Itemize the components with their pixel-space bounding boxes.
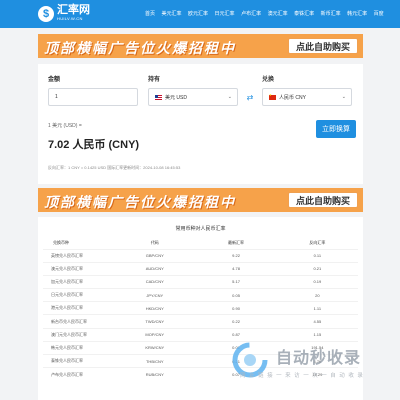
column-header: 兑换币种 — [53, 239, 69, 245]
nav-link-rub[interactable]: 卢布汇率 — [241, 10, 261, 17]
column-header: 最新汇率 — [228, 239, 245, 245]
nav-link-eur[interactable]: 欧元汇率 — [188, 10, 208, 17]
column-header: 反向汇率 — [309, 239, 326, 245]
watermark-tagline: 网 止 链 接 一 来 访 一 次 一 自 动 收 录 — [240, 373, 364, 379]
watermark-name: 自动秒收录 — [276, 350, 362, 367]
pair-name[interactable]: 加元兑人民币汇率 — [43, 274, 115, 289]
nav-link-usd[interactable]: 美元汇率 — [162, 10, 182, 17]
pair-name[interactable]: 韩元兑人民币汇率 — [43, 340, 115, 355]
logo-name: 汇率网 — [57, 4, 90, 16]
chevron-down-icon: ⌄ — [341, 94, 346, 100]
latest-rate: 5.17 — [195, 274, 277, 289]
pair-code: THB/CNY — [114, 353, 196, 368]
nav-link-sgd[interactable]: 新币汇率 — [321, 10, 341, 17]
pair-code: AUD/CNY — [114, 261, 196, 276]
banner-buy-button[interactable]: 点此自助购买 — [288, 38, 358, 54]
table-header-row: 兑换币种 代码 最新汇率 反向汇率 — [43, 237, 358, 249]
latest-rate: 0.22 — [195, 314, 277, 329]
table-row[interactable]: 港元兑人民币汇率 HKD/CNY 0.90 1.11 — [43, 301, 358, 315]
reverse-rate: 0.21 — [276, 261, 358, 276]
reverse-rate: 0.11 — [276, 248, 358, 263]
pair-code: JPY/CNY — [114, 288, 196, 302]
cn-flag-icon — [269, 93, 276, 100]
pair-name[interactable]: 新台币兑人民币汇率 — [43, 314, 115, 329]
logo-subtitle: HUILV.W.CN — [57, 16, 83, 21]
table-row[interactable]: 新台币兑人民币汇率 TWD/CNY 0.22 4.55 — [43, 314, 358, 329]
reverse-rate: 1.11 — [276, 301, 358, 315]
pair-name[interactable]: 泰铢兑人民币汇率 — [43, 353, 115, 368]
nav-link-aud[interactable]: 澳元汇率 — [268, 10, 288, 17]
rate-line: 1 美元 (USD) = — [48, 123, 82, 129]
pair-name[interactable]: 日元兑人民币汇率 — [43, 288, 115, 302]
swap-icon[interactable]: ⇄ — [244, 92, 256, 104]
amount-label: 金额 — [48, 77, 61, 83]
banner-text: 顶部横幅广告位火爆招租中 — [44, 194, 236, 210]
table-row[interactable]: 澳元兑人民币汇率 AUD/CNY 4.78 0.21 — [43, 261, 358, 276]
pair-name[interactable]: 澳元兑人民币汇率 — [43, 261, 115, 276]
nav-link-krw[interactable]: 韩元汇率 — [347, 10, 367, 17]
pair-code: MOP/CNY — [114, 327, 196, 342]
pair-code: HKD/CNY — [114, 301, 196, 315]
conversion-result: 7.02 人民币 (CNY) — [48, 139, 140, 151]
table-row[interactable]: 加元兑人民币汇率 CAD/CNY 5.17 0.19 — [43, 274, 358, 289]
latest-rate: 0.05 — [195, 288, 277, 302]
from-currency-label: 持有 — [148, 77, 161, 83]
nav-link-thb[interactable]: 泰铢汇率 — [294, 10, 314, 17]
nav-link-jpy[interactable]: 日元汇率 — [215, 10, 235, 17]
top-navigation-bar: $ 汇率网 HUILV.W.CN 首页 美元汇率 欧元汇率 日元汇率 卢布汇率 … — [0, 0, 400, 28]
pair-name[interactable]: 英镑兑人民币汇率 — [43, 248, 115, 263]
to-currency-select[interactable]: 人民币 CNY ⌄ — [262, 88, 352, 106]
us-flag-icon — [155, 94, 162, 100]
logo-icon: $ — [38, 5, 54, 22]
pair-code: GBP/CNY — [114, 248, 196, 263]
pair-name[interactable]: 港元兑人民币汇率 — [43, 301, 115, 315]
nav-link-home[interactable]: 首页 — [145, 10, 155, 17]
reverse-rate: 20 — [276, 288, 358, 302]
middle-ad-banner[interactable]: 顶部横幅广告位火爆招租中 点此自助购买 — [38, 188, 363, 212]
pair-name[interactable]: 卢布兑人民币汇率 — [43, 367, 115, 381]
watermark: 自动秒收录 网 止 链 接 一 来 访 一 次 一 自 动 收 录 — [232, 340, 382, 390]
banner-buy-button[interactable]: 点此自助购买 — [288, 192, 358, 208]
column-header: 代码 — [150, 239, 159, 245]
pair-code: KRW/CNY — [114, 340, 196, 355]
banner-text: 顶部横幅广告位火爆招租中 — [44, 40, 236, 56]
from-currency-select[interactable]: 美元 USD ⌄ — [148, 88, 238, 106]
to-currency-value: 人民币 CNY — [279, 94, 306, 101]
pair-code: TWD/CNY — [114, 314, 196, 329]
table-row[interactable]: 日元兑人民币汇率 JPY/CNY 0.05 20 — [43, 288, 358, 302]
to-currency-label: 兑换 — [262, 77, 275, 83]
pair-name[interactable]: 澳门元兑人民币汇率 — [43, 327, 115, 342]
chevron-down-icon: ⌄ — [227, 94, 232, 100]
latest-rate: 0.90 — [195, 301, 277, 315]
site-logo[interactable]: $ 汇率网 HUILV.W.CN — [38, 5, 90, 22]
nav-link-baidu[interactable]: 百度 — [374, 10, 384, 17]
top-ad-banner[interactable]: 顶部横幅广告位火爆招租中 点此自助购买 — [38, 34, 363, 58]
latest-rate: 4.78 — [195, 261, 277, 276]
main-nav: 首页 美元汇率 欧元汇率 日元汇率 卢布汇率 澳元汇率 泰铢汇率 新币汇率 韩元… — [145, 10, 390, 17]
convert-button[interactable]: 立即换算 — [316, 120, 356, 138]
converter-card: 金额 1 持有 美元 USD ⌄ ⇄ 兑换 人民币 CNY ⌄ 1 美元 (US… — [38, 64, 363, 184]
rates-table-title: 常用币种对人民币汇率 — [175, 226, 226, 232]
reverse-rate: 0.19 — [276, 274, 358, 289]
amount-input[interactable]: 1 — [48, 88, 138, 106]
pair-code: CAD/CNY — [114, 274, 196, 289]
pair-code: RUB/CNY — [114, 367, 196, 381]
latest-rate: 9.22 — [195, 248, 277, 263]
rate-update-note: 反向汇率：1 CNY = 0.1425 USD 国际汇率更新时间：2024-10… — [48, 165, 181, 170]
from-currency-value: 美元 USD — [165, 94, 187, 101]
reverse-rate: 4.55 — [276, 314, 358, 329]
table-row[interactable]: 英镑兑人民币汇率 GBP/CNY 9.22 0.11 — [43, 248, 358, 263]
